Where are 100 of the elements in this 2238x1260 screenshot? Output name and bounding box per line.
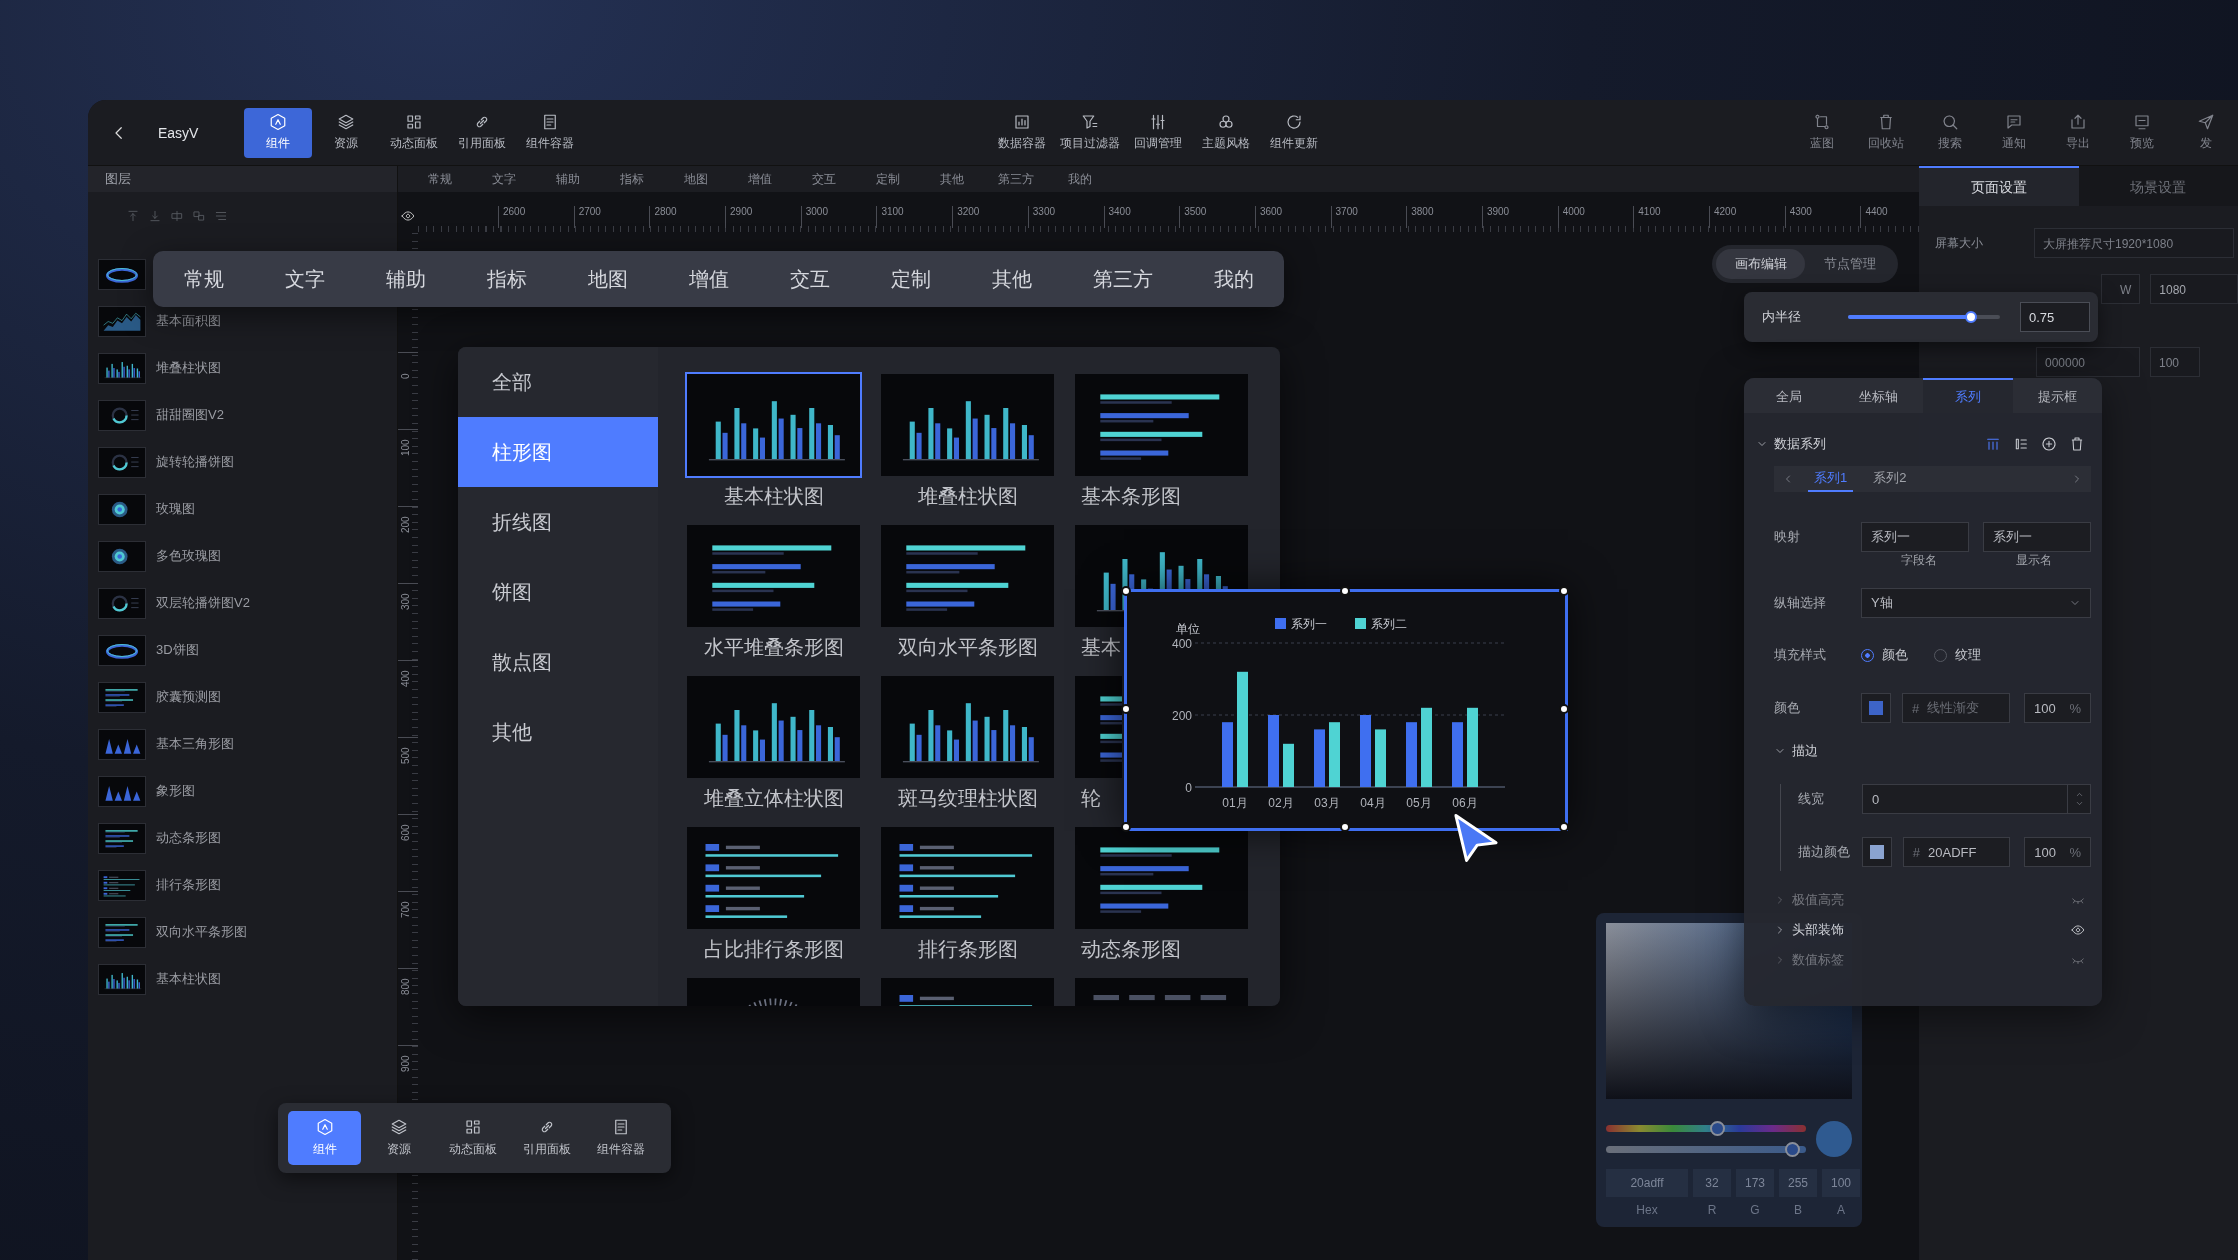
category-tab[interactable]: 第三方 xyxy=(1092,265,1153,293)
category-item[interactable]: 散点图 xyxy=(458,627,658,697)
color-value-field[interactable]: 255 xyxy=(1779,1169,1817,1197)
category-item[interactable]: 柱形图 xyxy=(458,417,658,487)
toolbar-button[interactable]: 回调管理 xyxy=(1124,107,1192,158)
layer-item[interactable]: 堆叠柱状图 xyxy=(98,356,221,380)
toolbar-button[interactable]: 组件 xyxy=(288,1111,361,1165)
category-tab[interactable]: 地图 xyxy=(664,170,728,188)
toolbar-button[interactable]: 搜索 xyxy=(1918,107,1982,158)
opacity-field[interactable]: 100 % xyxy=(2024,693,2091,723)
slider-thumb[interactable] xyxy=(1965,311,1978,323)
layer-item[interactable]: 多色玫瑰图 xyxy=(98,544,221,568)
resize-handle[interactable] xyxy=(1558,821,1569,832)
toolbar-button[interactable]: 动态面板 xyxy=(380,107,448,158)
category-tab[interactable]: 辅助 xyxy=(385,265,426,293)
settings-tab[interactable]: 场景设置 xyxy=(2078,166,2238,206)
category-tab[interactable]: 常规 xyxy=(183,265,224,293)
toolbar-button[interactable]: 主题风格 xyxy=(1192,107,1260,158)
layer-item[interactable]: 玫瑰图 xyxy=(98,497,195,521)
layer-item[interactable]: 胶囊预测图 xyxy=(98,685,221,709)
toolbar-button[interactable]: 通知 xyxy=(1982,107,2046,158)
layer-item[interactable]: 动态条形图 xyxy=(98,826,221,850)
resize-handle[interactable] xyxy=(1558,703,1569,714)
toolbar-button[interactable]: 组件容器 xyxy=(516,107,584,158)
toolbar-button[interactable]: 引用面板 xyxy=(510,1111,583,1165)
category-tab[interactable]: 交互 xyxy=(789,265,830,293)
category-tab[interactable]: 增值 xyxy=(728,170,792,188)
input-field[interactable]: 系列一 xyxy=(1983,522,2091,552)
toolbar-button[interactable]: 组件容器 xyxy=(584,1111,657,1165)
toggle-option[interactable]: 节点管理 xyxy=(1805,249,1894,279)
resize-handle[interactable] xyxy=(1339,821,1350,832)
section-title[interactable]: 数据系列 xyxy=(1774,435,1826,453)
number-field[interactable]: 0 xyxy=(1862,784,2091,814)
category-tab[interactable]: 文字 xyxy=(284,265,325,293)
resize-handle[interactable] xyxy=(1339,585,1350,596)
category-tab[interactable]: 其他 xyxy=(920,170,984,188)
toggle-option[interactable]: 画布编辑 xyxy=(1716,249,1805,279)
screen-size-select[interactable]: 大屏推荐尺寸1920*1080 xyxy=(2034,228,2234,258)
width-field[interactable]: W xyxy=(2101,274,2141,304)
layer-item[interactable]: 基本三角形图 xyxy=(98,732,234,756)
radio-option[interactable]: 纹理 xyxy=(1934,646,1981,664)
color-value-field[interactable]: 100 xyxy=(1822,1169,1860,1197)
layer-item[interactable]: 排行条形图 xyxy=(98,873,221,897)
layer-item[interactable]: 双向水平条形图 xyxy=(98,920,247,944)
category-tab[interactable]: 定制 xyxy=(890,265,931,293)
panel-tab[interactable]: 全局 xyxy=(1744,378,1834,413)
category-tab[interactable]: 交互 xyxy=(792,170,856,188)
category-tab[interactable]: 其他 xyxy=(991,265,1032,293)
color-field[interactable]: 000000 xyxy=(2036,347,2140,377)
toolbar-button[interactable]: 预览 xyxy=(2110,107,2174,158)
category-tab[interactable]: 常规 xyxy=(408,170,472,188)
input-field[interactable]: 系列一 xyxy=(1861,522,1969,552)
toolbar-button[interactable]: 发 xyxy=(2174,107,2238,158)
color-value-field[interactable]: 20adff xyxy=(1606,1169,1688,1197)
category-tab[interactable]: 指标 xyxy=(600,170,664,188)
axis-select[interactable]: Y轴 xyxy=(1861,588,2091,618)
panel-tab[interactable]: 提示框 xyxy=(2012,378,2102,413)
toolbar-button[interactable]: 组件 xyxy=(244,107,312,158)
category-tab[interactable]: 定制 xyxy=(856,170,920,188)
section-title[interactable]: 数值标签 xyxy=(1792,951,1844,969)
toolbar-button[interactable]: 动态面板 xyxy=(436,1111,509,1165)
category-tab[interactable]: 指标 xyxy=(486,265,527,293)
layer-item[interactable]: 象形图 xyxy=(98,779,195,803)
toolbar-button[interactable]: 蓝图 xyxy=(1790,107,1854,158)
category-tab[interactable]: 我的 xyxy=(1048,170,1112,188)
category-item[interactable]: 全部 xyxy=(458,347,658,417)
color-swatch[interactable] xyxy=(1862,837,1892,867)
category-item[interactable]: 饼图 xyxy=(458,557,658,627)
value-field[interactable]: 0.75 xyxy=(2020,302,2090,332)
color-field[interactable]: # 20ADFF xyxy=(1902,837,2011,867)
color-swatch[interactable] xyxy=(1861,693,1891,723)
toolbar-button[interactable]: 导出 xyxy=(2046,107,2110,158)
height-field[interactable]: 1080 xyxy=(2150,274,2238,304)
category-item[interactable]: 其他 xyxy=(458,697,658,767)
color-value-field[interactable]: 173 xyxy=(1736,1169,1774,1197)
series-tab[interactable]: 系列2 xyxy=(1867,466,1913,492)
toolbar-button[interactable]: 资源 xyxy=(362,1111,435,1165)
resize-handle[interactable] xyxy=(1558,585,1569,596)
category-tab[interactable]: 第三方 xyxy=(984,170,1048,188)
layer-item[interactable]: 双层轮播饼图V2 xyxy=(98,591,250,615)
layer-item[interactable]: 基本柱状图 xyxy=(98,967,221,991)
panel-tab[interactable]: 坐标轴 xyxy=(1833,378,1923,413)
layer-item[interactable]: 旋转轮播饼图 xyxy=(98,450,234,474)
layer-item[interactable]: 甜甜圈图V2 xyxy=(98,403,224,427)
slider-thumb[interactable] xyxy=(1785,1142,1801,1157)
layer-item[interactable]: 基本面积图 xyxy=(98,309,221,333)
toolbar-button[interactable]: 引用面板 xyxy=(448,107,516,158)
toolbar-button[interactable]: 资源 xyxy=(312,107,380,158)
section-title[interactable]: 描边 xyxy=(1792,742,1818,760)
layer-item[interactable]: 3D饼图 xyxy=(98,638,199,662)
category-item[interactable]: 折线图 xyxy=(458,487,658,557)
slider-thumb[interactable] xyxy=(1709,1121,1725,1136)
category-tab[interactable]: 我的 xyxy=(1213,265,1254,293)
color-value-field[interactable]: 32 xyxy=(1693,1169,1731,1197)
panel-tab[interactable]: 系列 xyxy=(1923,378,2013,413)
category-tab[interactable]: 辅助 xyxy=(536,170,600,188)
opacity-field[interactable]: 100 xyxy=(2150,347,2200,377)
toolbar-button[interactable]: 组件更新 xyxy=(1260,107,1328,158)
section-title[interactable]: 极值高亮 xyxy=(1792,891,1844,909)
category-tab[interactable]: 地图 xyxy=(587,265,628,293)
